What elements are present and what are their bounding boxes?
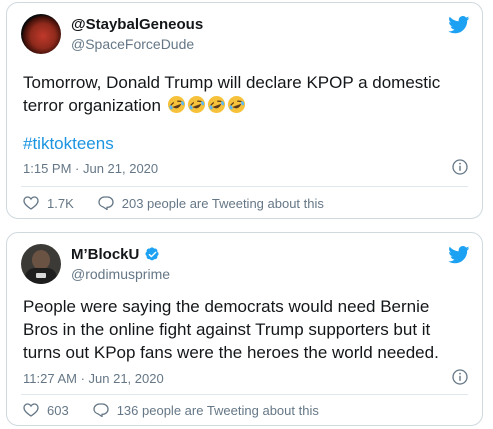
tweet-actions: 603 136 people are Tweeting about this	[23, 402, 319, 418]
divider	[21, 186, 468, 187]
rolling-laughing-emoji	[187, 95, 205, 114]
avatar[interactable]	[21, 14, 61, 54]
tweeting-about-link[interactable]: 203 people are Tweeting about this	[98, 195, 324, 211]
heart-icon	[23, 196, 39, 210]
like-button[interactable]: 603	[23, 402, 69, 418]
tweeting-about-link[interactable]: 136 people are Tweeting about this	[93, 402, 319, 418]
rolling-laughing-emoji	[167, 95, 185, 114]
display-name-text[interactable]: M’BlockU	[71, 246, 139, 263]
tweet-card-1[interactable]: @StaybalGeneous @SpaceForceDude Tomorrow…	[6, 2, 483, 219]
like-button[interactable]: 1.7K	[23, 195, 74, 211]
info-icon[interactable]	[452, 369, 468, 385]
like-count: 1.7K	[47, 195, 74, 211]
tweet-text: Tomorrow, Donald Trump will declare KPOP…	[23, 71, 464, 117]
twitter-bird-icon[interactable]	[448, 246, 470, 264]
avatar-face	[32, 250, 50, 270]
user-handle[interactable]: @rodimusprime	[71, 266, 170, 282]
tweet-card-2[interactable]: M’BlockU @rodimusprime People were sayin…	[6, 232, 483, 426]
divider	[21, 394, 468, 395]
tweet-actions: 1.7K 203 people are Tweeting about this	[23, 195, 324, 211]
like-count: 603	[47, 402, 69, 418]
display-name[interactable]: @StaybalGeneous	[71, 16, 203, 33]
tweeting-about-text: 136 people are Tweeting about this	[116, 402, 319, 418]
emoji-group	[166, 95, 246, 115]
reply-bubble-icon	[93, 403, 109, 418]
tweet-timestamp[interactable]: 11:27 AM · Jun 21, 2020	[23, 371, 164, 386]
rolling-laughing-emoji	[227, 95, 245, 114]
avatar-shirt-logo	[36, 273, 46, 278]
display-name[interactable]: M’BlockU	[71, 246, 160, 263]
display-name-text[interactable]: @StaybalGeneous	[71, 16, 203, 33]
tweeting-about-text: 203 people are Tweeting about this	[121, 195, 324, 211]
rolling-laughing-emoji	[207, 95, 225, 114]
hashtag-link[interactable]: #tiktokteens	[23, 134, 114, 154]
avatar[interactable]	[21, 244, 61, 284]
reply-bubble-icon	[98, 196, 114, 211]
tweet-timestamp[interactable]: 1:15 PM · Jun 21, 2020	[23, 161, 158, 176]
user-handle[interactable]: @SpaceForceDude	[71, 36, 194, 52]
heart-icon	[23, 403, 39, 417]
twitter-bird-icon[interactable]	[448, 16, 470, 34]
tweet-text: People were saying the democrats would n…	[23, 297, 439, 362]
verified-badge-icon	[145, 247, 159, 261]
info-icon[interactable]	[452, 159, 468, 175]
